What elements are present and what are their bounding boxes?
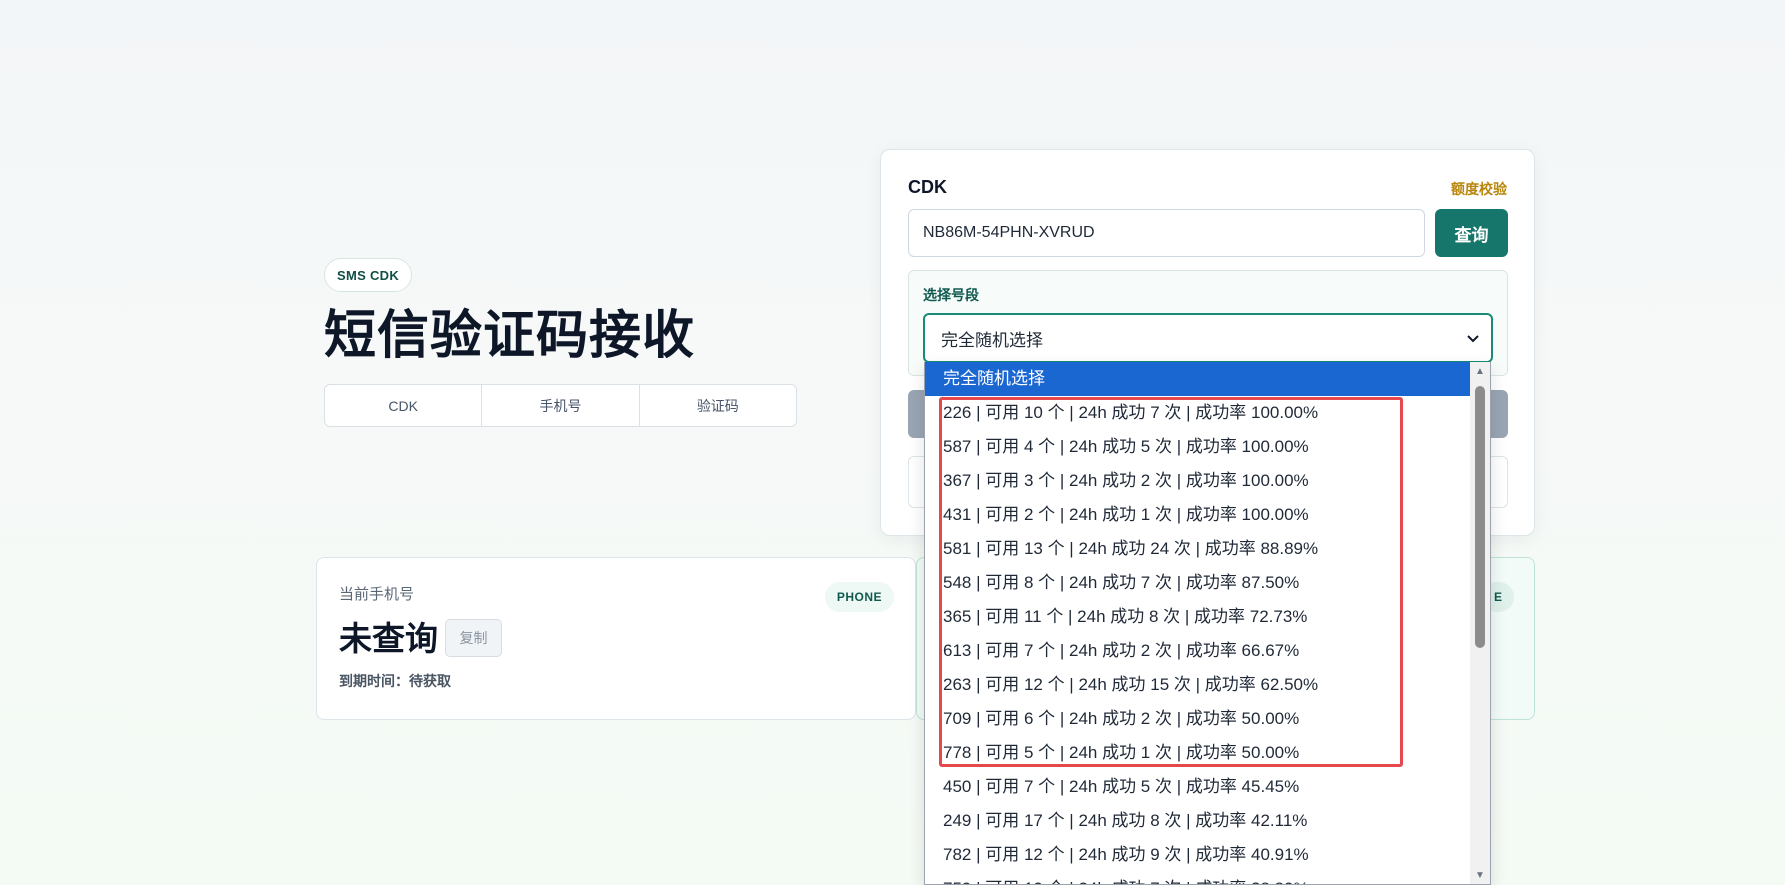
segment-option-random[interactable]: 完全随机选择 (925, 362, 1470, 396)
segment-option[interactable]: 709 | 可用 6 个 | 24h 成功 2 次 | 成功率 50.00% (925, 702, 1470, 736)
triangle-up-icon[interactable]: ▲ (1470, 362, 1490, 380)
segment-option[interactable]: 365 | 可用 11 个 | 24h 成功 8 次 | 成功率 72.73% (925, 600, 1470, 634)
expire-time: 到期时间：待获取 (339, 673, 451, 689)
segment-option[interactable]: 548 | 可用 8 个 | 24h 成功 7 次 | 成功率 87.50% (925, 566, 1470, 600)
phone-badge: PHONE (824, 582, 894, 612)
phone-label: 当前手机号 (339, 586, 415, 603)
phone-number: 未查询 (339, 620, 438, 657)
segment-option[interactable]: 226 | 可用 10 个 | 24h 成功 7 次 | 成功率 100.00% (925, 396, 1470, 430)
tab-phone[interactable]: 手机号 (482, 385, 640, 426)
segment-option[interactable]: 581 | 可用 13 个 | 24h 成功 24 次 | 成功率 88.89% (925, 532, 1470, 566)
cdk-input[interactable] (908, 209, 1425, 257)
phone-card: 当前手机号 PHONE 未查询 复制 到期时间：待获取 (316, 557, 916, 720)
segment-label: 选择号段 (923, 287, 979, 303)
segment-option[interactable]: 778 | 可用 5 个 | 24h 成功 1 次 | 成功率 50.00% (925, 736, 1470, 770)
query-button[interactable]: 查询 (1435, 209, 1508, 257)
triangle-down-icon[interactable]: ▼ (1470, 866, 1490, 884)
segment-option[interactable]: 759 | 可用 10 个 | 24h 成功 7 次 | 成功率 38.89% (925, 872, 1470, 884)
segment-option[interactable]: 249 | 可用 17 个 | 24h 成功 8 次 | 成功率 42.11% (925, 804, 1470, 838)
hero-badge: SMS CDK (324, 258, 413, 292)
hero-tabs: CDK 手机号 验证码 (324, 384, 797, 427)
segment-dropdown[interactable]: 完全随机选择 226 | 可用 10 个 | 24h 成功 7 次 | 成功率 1… (924, 362, 1491, 885)
segment-option[interactable]: 431 | 可用 2 个 | 24h 成功 1 次 | 成功率 100.00% (925, 498, 1470, 532)
segment-option-list: 完全随机选择 226 | 可用 10 个 | 24h 成功 7 次 | 成功率 1… (925, 362, 1490, 884)
segment-option[interactable]: 367 | 可用 3 个 | 24h 成功 2 次 | 成功率 100.00% (925, 464, 1470, 498)
copy-button[interactable]: 复制 (445, 619, 502, 657)
segment-option[interactable]: 782 | 可用 12 个 | 24h 成功 9 次 | 成功率 40.91% (925, 838, 1470, 872)
dropdown-scrollbar[interactable]: ▲ ▼ (1470, 362, 1490, 884)
segment-select[interactable]: 完全随机选择 (923, 313, 1493, 363)
segment-option[interactable]: 450 | 可用 7 个 | 24h 成功 5 次 | 成功率 45.45% (925, 770, 1470, 804)
quota-check-link[interactable]: 额度校验 (1451, 179, 1507, 199)
segment-option[interactable]: 263 | 可用 12 个 | 24h 成功 15 次 | 成功率 62.50% (925, 668, 1470, 702)
segment-select-value: 完全随机选择 (941, 330, 1043, 350)
tab-cdk[interactable]: CDK (325, 385, 483, 426)
segment-option[interactable]: 613 | 可用 7 个 | 24h 成功 2 次 | 成功率 66.67% (925, 634, 1470, 668)
scroll-thumb[interactable] (1475, 386, 1485, 648)
chevron-down-icon (1465, 330, 1481, 346)
tab-code[interactable]: 验证码 (640, 385, 796, 426)
segment-option[interactable]: 587 | 可用 4 个 | 24h 成功 5 次 | 成功率 100.00% (925, 430, 1470, 464)
segment-box: 选择号段 完全随机选择 (908, 270, 1508, 376)
page-title: 短信验证码接收 (324, 307, 696, 365)
cdk-label: CDK (908, 177, 947, 197)
